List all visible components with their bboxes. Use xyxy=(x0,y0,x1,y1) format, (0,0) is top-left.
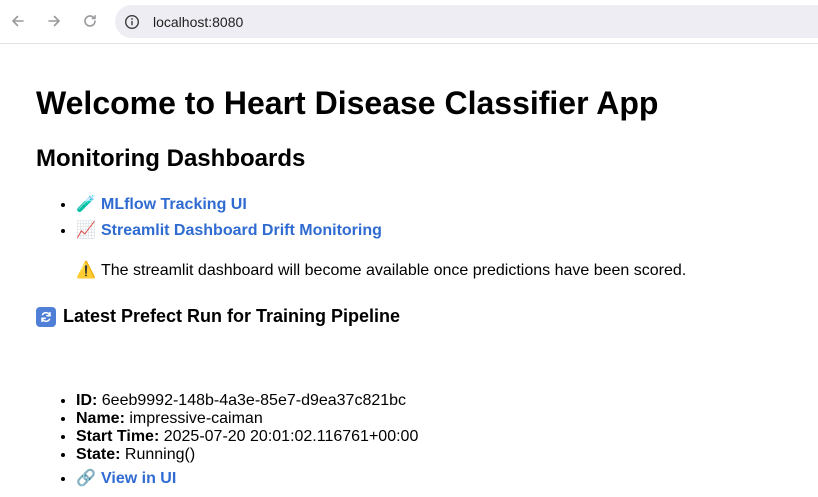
run-view-item: 🔗 View in UI xyxy=(76,469,418,489)
run-id-label: ID: xyxy=(76,392,98,409)
list-item: 🧪 MLflow Tracking UI xyxy=(76,193,382,219)
browser-toolbar: localhost:8080 xyxy=(0,0,818,44)
dashboard-list: 🧪 MLflow Tracking UI 📈 Streamlit Dashboard… xyxy=(36,193,382,245)
info-icon[interactable] xyxy=(124,14,140,30)
notice-text: The streamlit dashboard will become avai… xyxy=(101,262,687,279)
reload-icon xyxy=(84,15,96,27)
warning-icon: ⚠️ xyxy=(76,262,96,279)
run-details-list: ID: 6eeb9992-148b-4a3e-85e7-d9ea37c821bc… xyxy=(36,392,418,489)
url-text[interactable]: localhost:8080 xyxy=(153,14,243,30)
run-start-label: Start Time: xyxy=(76,428,160,445)
reload-button[interactable] xyxy=(79,10,101,32)
run-state-label: State: xyxy=(76,446,121,463)
mlflow-link[interactable]: MLflow Tracking UI xyxy=(101,196,247,213)
chart-increasing-icon: 📈 xyxy=(76,222,96,239)
view-in-ui-link[interactable]: View in UI xyxy=(101,470,176,487)
run-state-item: State: Running() xyxy=(76,446,418,464)
section-title-monitoring: Monitoring Dashboards xyxy=(36,145,306,172)
run-id-item: ID: 6eeb9992-148b-4a3e-85e7-d9ea37c821bc xyxy=(76,392,418,410)
run-id-value: 6eeb9992-148b-4a3e-85e7-d9ea37c821bc xyxy=(101,392,407,409)
run-name-label: Name: xyxy=(76,410,125,427)
forward-button[interactable] xyxy=(43,10,65,32)
run-start-value: 2025-07-20 20:01:02.116761+00:00 xyxy=(163,428,419,445)
refresh-icon xyxy=(36,306,56,327)
streamlit-link[interactable]: Streamlit Dashboard Drift Monitoring xyxy=(101,222,382,239)
link-icon: 🔗 xyxy=(76,470,96,487)
streamlit-notice: ⚠️ The streamlit dashboard will become av… xyxy=(76,260,686,280)
section-title-prefect-run: Latest Prefect Run for Training Pipeline xyxy=(36,306,400,327)
address-bar[interactable]: localhost:8080 xyxy=(115,5,818,38)
arrow-left-icon xyxy=(12,15,24,27)
list-item: 📈 Streamlit Dashboard Drift Monitoring xyxy=(76,219,382,245)
back-button[interactable] xyxy=(7,10,29,32)
run-section-label: Latest Prefect Run for Training Pipeline xyxy=(63,306,401,326)
run-state-value: Running() xyxy=(124,446,196,463)
run-name-item: Name: impressive-caiman xyxy=(76,410,418,428)
run-name-value: impressive-caiman xyxy=(129,410,263,427)
page-title: Welcome to Heart Disease Classifier App xyxy=(36,85,659,121)
run-start-item: Start Time: 2025-07-20 20:01:02.116761+0… xyxy=(76,428,418,446)
arrow-right-icon xyxy=(48,15,60,27)
test-tube-icon: 🧪 xyxy=(76,196,96,213)
